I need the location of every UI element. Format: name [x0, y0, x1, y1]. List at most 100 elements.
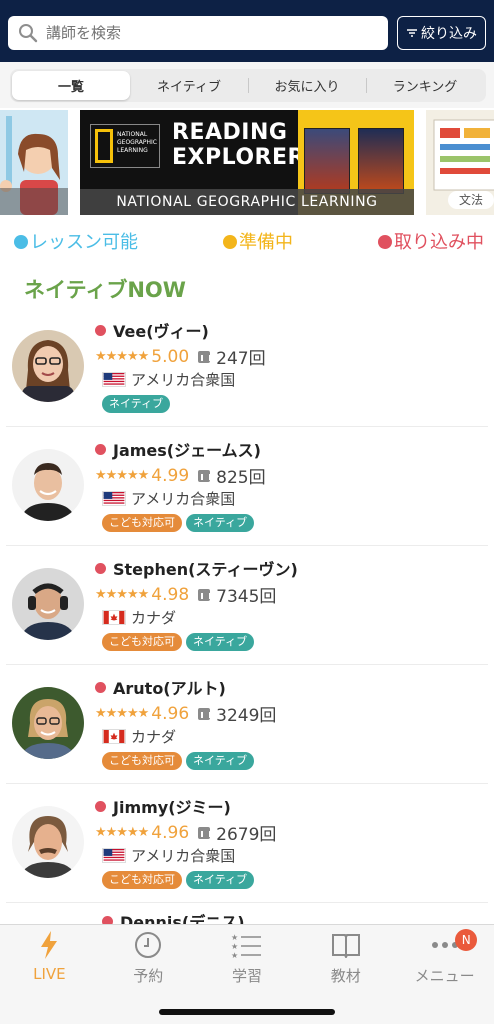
- status-dot-icon: [95, 800, 106, 812]
- clock-icon: [132, 931, 164, 959]
- rating-value: 5.00: [151, 346, 190, 367]
- country-name: アメリカ合衆国: [131, 490, 236, 508]
- search-icon: [19, 24, 38, 43]
- teacher-name-row: Jimmy(ジミー): [95, 794, 231, 818]
- ng-logo-text: NATIONAL GEOGRAPHIC LEARNING: [117, 131, 157, 154]
- teacher-card[interactable]: Jimmy(ジミー) ★★★★★ 4.96 2679回 アメリカ合衆国 こども対…: [6, 784, 488, 903]
- tab-native[interactable]: ネイティブ: [130, 71, 248, 100]
- teacher-name: Stephen(スティーヴン): [113, 560, 298, 579]
- filter-button-label: 絞り込み: [421, 26, 477, 42]
- section-title: ネイティブNOW: [24, 278, 186, 302]
- banner-prev[interactable]: [0, 110, 68, 215]
- lesson-count-icon: [198, 469, 212, 482]
- legend-available-label: レッスン可能: [30, 232, 138, 253]
- nav-live-label: LIVE: [33, 965, 66, 983]
- legend-busy-label: 取り込み中: [394, 232, 484, 253]
- star-rating-icon: ★★★★★: [95, 468, 149, 483]
- country-name: アメリカ合衆国: [131, 371, 236, 389]
- country-row: カナダ: [102, 607, 176, 628]
- teacher-card[interactable]: Stephen(スティーヴン) ★★★★★ 4.98 7345回 カナダ こども…: [6, 546, 488, 665]
- nav-reservation[interactable]: 予約: [99, 925, 198, 991]
- teacher-card[interactable]: Vee(ヴィー) ★★★★★ 5.00 247回 アメリカ合衆国 ネイティブ: [6, 308, 488, 427]
- lightning-icon: [33, 931, 65, 959]
- teacher-list: Vee(ヴィー) ★★★★★ 5.00 247回 アメリカ合衆国 ネイティブ J…: [0, 308, 494, 924]
- book-cover-2: [358, 128, 404, 194]
- canada-flag-icon: [102, 729, 126, 744]
- tag-row: こども対応可 ネイティブ: [102, 871, 255, 889]
- teacher-name-row: Dennis(デニス): [102, 909, 245, 924]
- lesson-count: 247回: [216, 349, 266, 369]
- native-tag: ネイティブ: [186, 752, 255, 770]
- teacher-name: Aruto(アルト): [113, 679, 226, 698]
- legend-available: レッスン可能: [14, 228, 138, 256]
- nav-study[interactable]: ★ ★ ★ 学習: [198, 925, 297, 991]
- legend-preparing-label: 準備中: [239, 232, 293, 253]
- status-dot-icon: [102, 915, 113, 924]
- tab-ranking[interactable]: ランキング: [366, 71, 484, 100]
- national-geographic-logo: NATIONAL GEOGRAPHIC LEARNING: [90, 124, 160, 168]
- rating-value: 4.98: [151, 584, 190, 605]
- country-name: カナダ: [131, 609, 177, 627]
- lesson-count: 7345回: [216, 587, 277, 607]
- teacher-card[interactable]: James(ジェームス) ★★★★★ 4.99 825回 アメリカ合衆国 こども…: [6, 427, 488, 546]
- lesson-count: 825回: [216, 468, 266, 488]
- nav-reservation-label: 予約: [133, 967, 164, 985]
- nav-menu[interactable]: N メニュー: [395, 925, 494, 991]
- avatar: [12, 330, 84, 402]
- nav-live[interactable]: LIVE: [0, 925, 99, 991]
- teacher-name: Dennis(デニス): [120, 913, 245, 924]
- filter-icon: [407, 29, 417, 37]
- rating-row: ★★★★★ 5.00 247回: [95, 344, 266, 370]
- rating-value: 4.96: [151, 703, 190, 724]
- native-tag: ネイティブ: [186, 633, 255, 651]
- canada-flag-icon: [102, 610, 126, 625]
- status-dot-icon: [95, 443, 106, 455]
- tab-all[interactable]: 一覧: [12, 71, 130, 100]
- teacher-name-row: Vee(ヴィー): [95, 318, 209, 342]
- banner-title-line1: READING: [172, 120, 288, 145]
- rating-row: ★★★★★ 4.96 2679回: [95, 820, 277, 846]
- status-dot-icon: [95, 562, 106, 574]
- us-flag-icon: [102, 491, 126, 506]
- kids-ok-tag: こども対応可: [102, 514, 182, 532]
- tab-favorites[interactable]: お気に入り: [248, 71, 366, 100]
- status-dot-icon: [95, 324, 106, 336]
- nav-materials-label: 教材: [330, 967, 361, 985]
- legend-busy: 取り込み中: [378, 228, 484, 256]
- banner-carousel[interactable]: NATIONAL GEOGRAPHIC LEARNING READING EXP…: [0, 110, 494, 215]
- book-icon: [330, 931, 362, 959]
- country-row: カナダ: [102, 726, 176, 747]
- native-tag: ネイティブ: [186, 871, 255, 889]
- star-rating-icon: ★★★★★: [95, 349, 149, 364]
- teacher-card[interactable]: Aruto(アルト) ★★★★★ 4.96 3249回 カナダ こども対応可 ネ…: [6, 665, 488, 784]
- teacher-name: Jimmy(ジミー): [113, 798, 231, 817]
- teacher-card[interactable]: Dennis(デニス): [6, 903, 488, 924]
- tag-row: こども対応可 ネイティブ: [102, 514, 255, 532]
- teacher-name: James(ジェームス): [113, 441, 261, 460]
- rating-row: ★★★★★ 4.98 7345回: [95, 582, 277, 608]
- country-name: カナダ: [131, 728, 177, 746]
- banner-next[interactable]: 文法: [426, 110, 494, 215]
- banner-caption: NATIONAL GEOGRAPHIC LEARNING: [80, 189, 414, 215]
- teacher-name-row: Aruto(アルト): [95, 675, 226, 699]
- teacher-name-row: James(ジェームス): [95, 437, 261, 461]
- country-row: アメリカ合衆国: [102, 488, 235, 509]
- home-indicator: [159, 1009, 335, 1015]
- lesson-count-icon: [198, 350, 212, 363]
- rating-row: ★★★★★ 4.96 3249回: [95, 701, 277, 727]
- segmented-control: 一覧 ネイティブ お気に入り ランキング: [10, 69, 486, 102]
- filter-button[interactable]: 絞り込み: [397, 16, 486, 50]
- star-rating-icon: ★★★★★: [95, 706, 149, 721]
- country-name: アメリカ合衆国: [131, 847, 236, 865]
- avatar: [12, 806, 84, 878]
- search-box[interactable]: [8, 16, 388, 50]
- lesson-count: 2679回: [216, 825, 277, 845]
- banner-reading-explorer[interactable]: NATIONAL GEOGRAPHIC LEARNING READING EXP…: [80, 110, 414, 215]
- search-input[interactable]: [46, 24, 366, 42]
- top-header: 絞り込み: [0, 0, 494, 62]
- teacher-illustration-icon: [0, 110, 68, 215]
- preparing-dot-icon: [223, 235, 237, 249]
- book-cover-1: [304, 128, 350, 194]
- lesson-count: 3249回: [216, 706, 277, 726]
- nav-materials[interactable]: 教材: [296, 925, 395, 991]
